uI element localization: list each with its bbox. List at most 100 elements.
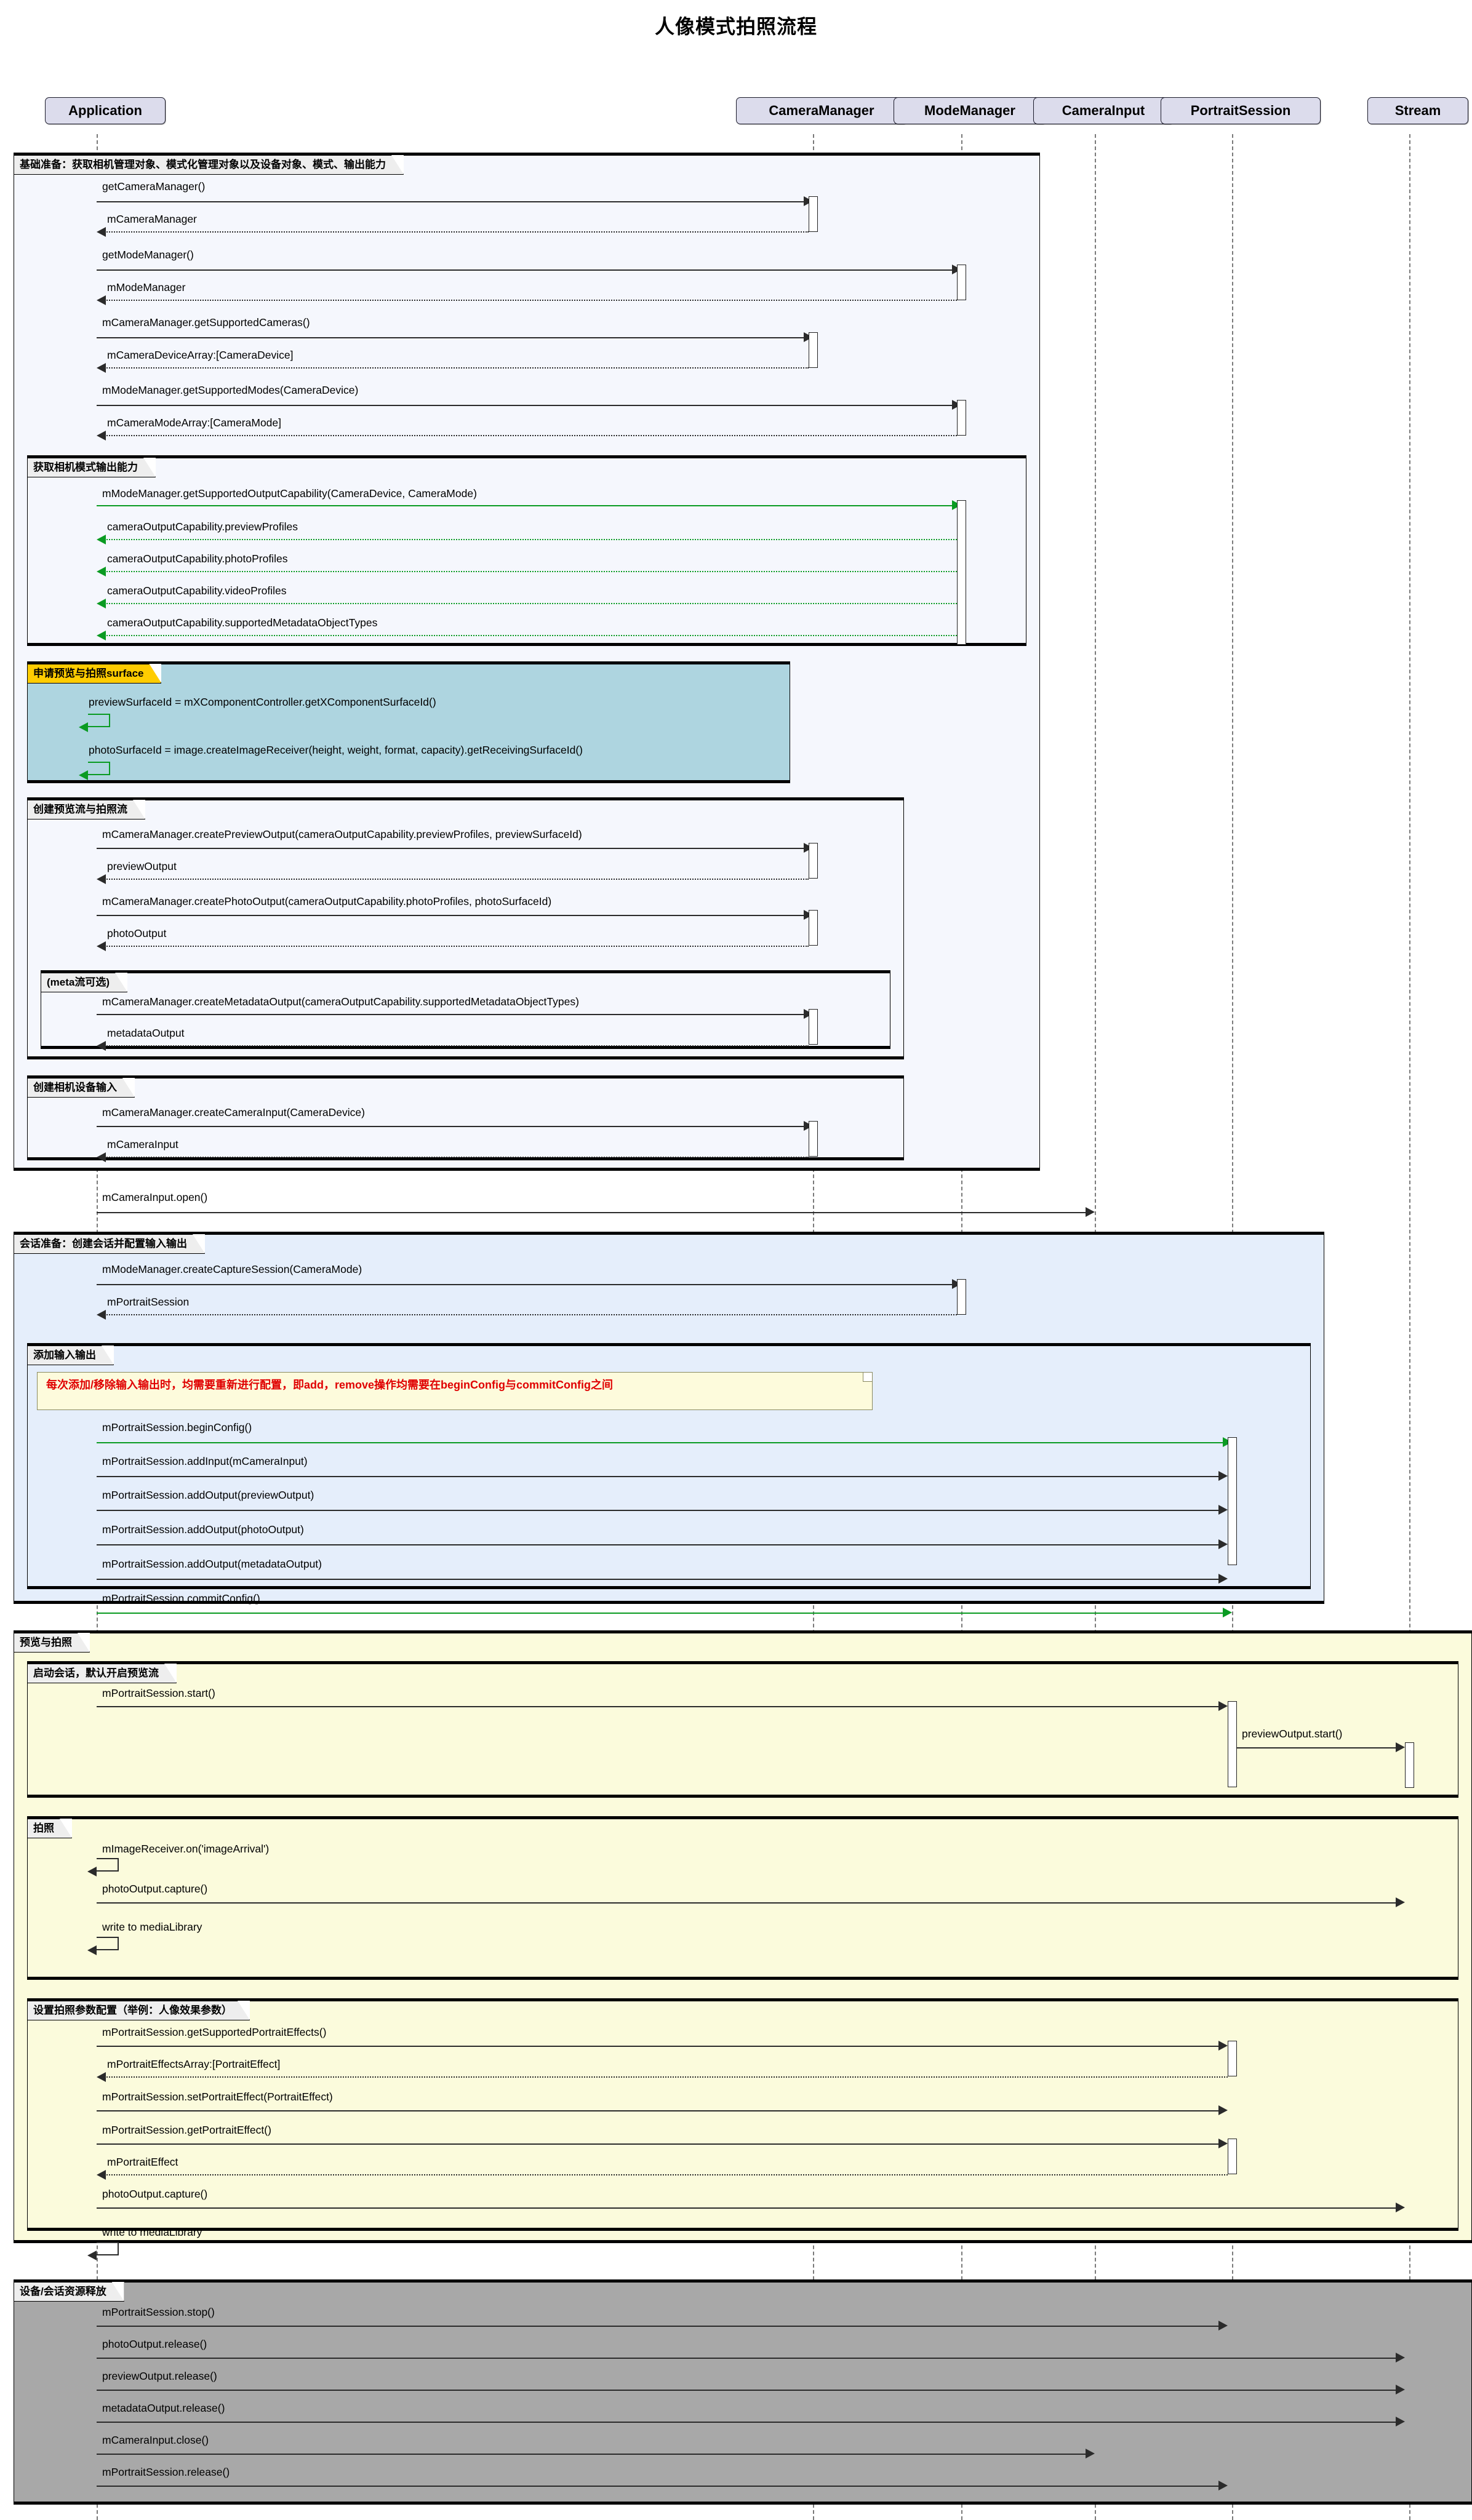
activation-stream-1 [1405, 1742, 1414, 1788]
msg-line-m10 [105, 539, 957, 540]
frame-label-request-surface: 申请预览与拍照surface [27, 664, 162, 684]
msg-label-m21: metadataOutput [107, 1027, 185, 1039]
msg-label-m11: cameraOutputCapability.photoProfiles [107, 552, 288, 565]
msg-line-m11 [105, 571, 957, 572]
msg-label-m06: mCameraDeviceArray:[CameraDevice] [107, 349, 294, 361]
msg-arrow-m44 [87, 2251, 97, 2260]
msg-line-m34 [1237, 1747, 1397, 1748]
msg-line-m29 [97, 1510, 1223, 1511]
msg-arrow-m45 [1218, 2321, 1228, 2331]
msg-line-m23 [105, 1157, 809, 1158]
msg-label-m20: mCameraManager.createMetadataOutput(came… [102, 995, 579, 1008]
msg-arrow-m24 [1086, 1207, 1095, 1217]
sequence-diagram-canvas: 人像模式拍照流程 Application CameraManager ModeM… [0, 0, 1472, 2520]
msg-arrow-m37 [87, 1945, 97, 1955]
msg-line-m17 [105, 879, 809, 880]
msg-line-m45 [97, 2326, 1223, 2327]
msg-arrow-m34 [1396, 1742, 1405, 1752]
msg-arrow-m02 [97, 227, 106, 237]
msg-line-m24 [97, 1212, 1086, 1213]
msg-label-m09: mModeManager.getSupportedOutputCapabilit… [102, 487, 477, 500]
msg-line-m08 [105, 435, 957, 436]
msg-label-m30: mPortraitSession.addOutput(photoOutput) [102, 1523, 304, 1536]
msg-arrow-m42 [97, 2170, 106, 2180]
participant-application[interactable]: Application [45, 97, 166, 125]
activation-cameramanager-2 [809, 332, 818, 368]
msg-arrow-m19 [97, 941, 106, 951]
msg-arrow-m35 [87, 1867, 97, 1876]
msg-arrow-m14 [79, 722, 88, 732]
frame-label-create-camera-input: 创建相机设备输入 [27, 1078, 135, 1098]
participant-camerainput[interactable]: CameraInput [1033, 97, 1174, 125]
msg-line-m39 [105, 2076, 1228, 2078]
msg-line-m48 [97, 2422, 1400, 2423]
msg-line-m27 [97, 1442, 1228, 1443]
msg-arrow-m21 [97, 1041, 106, 1051]
frame-release-resources: 设备/会话资源释放 [14, 2279, 1472, 2505]
msg-label-m12: cameraOutputCapability.videoProfiles [107, 584, 287, 597]
msg-line-m47 [97, 2390, 1400, 2391]
selfcall-m35 [97, 1858, 119, 1872]
msg-label-m41: mPortraitSession.getPortraitEffect() [102, 2124, 271, 2136]
msg-label-m26: mPortraitSession [107, 1296, 190, 1308]
msg-arrow-m32 [1223, 1608, 1232, 1617]
msg-arrow-m08 [97, 431, 106, 441]
selfcall-m14 [88, 714, 110, 727]
frame-label-start-session: 启动会话，默认开启预览流 [27, 1664, 177, 1683]
msg-label-m33: mPortraitSession.start() [102, 1687, 215, 1699]
activation-cameramanager-1 [809, 196, 818, 232]
msg-label-m39: mPortraitEffectsArray:[PortraitEffect] [107, 2058, 281, 2070]
msg-arrow-m49 [1086, 2449, 1095, 2458]
page-title: 人像模式拍照流程 [654, 15, 817, 38]
msg-label-m27: mPortraitSession.beginConfig() [102, 1421, 252, 1433]
activation-cameramanager-6 [809, 1121, 818, 1157]
msg-arrow-m30 [1218, 1539, 1228, 1549]
msg-line-m20 [97, 1014, 804, 1015]
msg-label-m23: mCameraInput [107, 1138, 178, 1150]
msg-label-m37: write to mediaLibrary [102, 1921, 202, 1933]
msg-arrow-m28 [1218, 1471, 1228, 1481]
msg-label-m35: mImageReceiver.on('imageArrival') [102, 1843, 270, 1855]
msg-label-m24: mCameraInput.open() [102, 1191, 208, 1203]
msg-line-m30 [97, 1544, 1223, 1545]
selfcall-m44 [97, 2242, 119, 2255]
participant-portraitsession[interactable]: PortraitSession [1161, 97, 1321, 125]
msg-label-m15: photoSurfaceId = image.createImageReceiv… [89, 744, 583, 756]
msg-arrow-m50 [1218, 2481, 1228, 2490]
msg-arrow-m33 [1218, 1701, 1228, 1711]
participant-modemanager[interactable]: ModeManager [894, 97, 1046, 125]
msg-label-m13: cameraOutputCapability.supportedMetadata… [107, 616, 378, 629]
msg-line-m07 [97, 405, 953, 406]
msg-label-m45: mPortraitSession.stop() [102, 2306, 215, 2318]
msg-arrow-m06 [97, 363, 106, 373]
msg-label-m08: mCameraModeArray:[CameraMode] [107, 417, 282, 429]
msg-label-m03: getModeManager() [102, 249, 194, 261]
msg-label-m10: cameraOutputCapability.previewProfiles [107, 520, 298, 533]
msg-label-m14: previewSurfaceId = mXComponentController… [89, 696, 436, 708]
msg-label-m07: mModeManager.getSupportedModes(CameraDev… [102, 384, 359, 396]
msg-label-m16: mCameraManager.createPreviewOutput(camer… [102, 828, 582, 840]
msg-line-m01 [97, 201, 804, 202]
msg-arrow-m04 [97, 295, 106, 305]
msg-arrow-m10 [97, 535, 106, 544]
frame-label-meta-optional: (meta流可选) [41, 973, 128, 992]
msg-line-m25 [97, 1284, 953, 1285]
participant-cameramanager[interactable]: CameraManager [736, 97, 907, 125]
participant-stream[interactable]: Stream [1367, 97, 1468, 125]
msg-label-m49: mCameraInput.close() [102, 2434, 209, 2446]
msg-label-m50: mPortraitSession.release() [102, 2466, 230, 2478]
msg-label-m17: previewOutput [107, 860, 177, 872]
msg-arrow-m31 [1218, 1574, 1228, 1584]
msg-line-m32 [97, 1613, 1228, 1614]
msg-arrow-m11 [97, 567, 106, 576]
msg-line-m09 [97, 505, 953, 506]
msg-label-m02: mCameraManager [107, 213, 197, 225]
selfcall-m15 [88, 762, 110, 775]
msg-line-m40 [97, 2110, 1223, 2111]
msg-arrow-m41 [1218, 2139, 1228, 2148]
frame-label-create-streams: 创建预览流与拍照流 [27, 800, 145, 819]
msg-arrow-m12 [97, 599, 106, 608]
msg-label-m31: mPortraitSession.addOutput(metadataOutpu… [102, 1558, 322, 1570]
msg-arrow-m43 [1396, 2203, 1405, 2212]
msg-arrow-m46 [1396, 2353, 1405, 2362]
